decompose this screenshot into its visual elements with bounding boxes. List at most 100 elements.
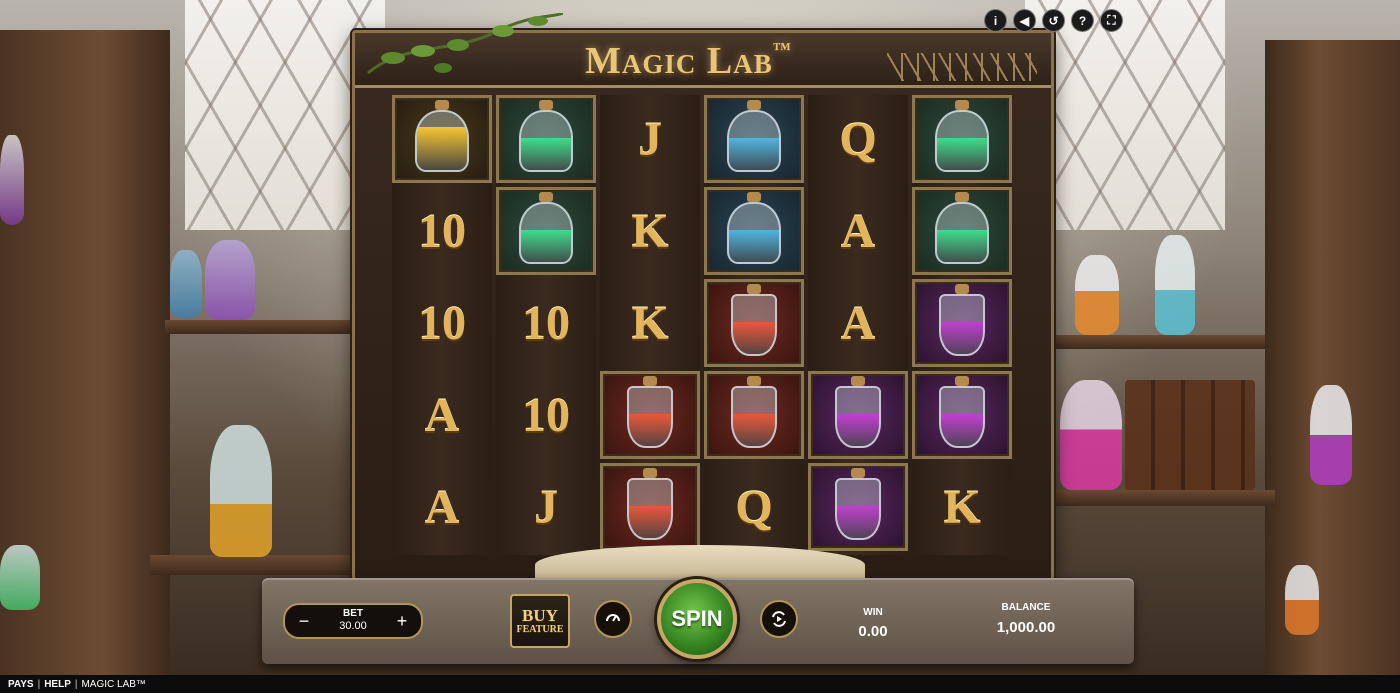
reel-cell [704,371,804,459]
potion-liquid [941,414,983,446]
potion-cork [851,376,865,386]
red-potion-icon [615,376,685,454]
red-potion-icon [615,468,685,546]
win-label: WIN [863,607,883,618]
reel-cell [704,279,804,367]
potion-liquid [733,322,775,354]
card-symbol: K [631,296,669,350]
potion-cork [747,284,761,294]
potion-glass [835,478,881,540]
reel-cell: 10 [496,371,596,459]
help-button[interactable]: ? [1071,9,1094,32]
purple-potion-icon [823,376,893,454]
reel-5: QAA [808,95,908,555]
reel-cell [704,187,804,275]
potion-liquid [937,230,987,262]
potion-cork [851,468,865,478]
card-symbol: Q [839,112,877,166]
potion-cork [747,100,761,110]
reel-cell: A [808,187,908,275]
potion-liquid [729,138,779,170]
potion-glass [935,202,989,264]
potion-glass [727,110,781,172]
balance-value: 1,000.00 [996,619,1056,636]
potion-cork [747,192,761,202]
bet-increase-button[interactable]: + [387,605,417,637]
potion-liquid [629,414,671,446]
autoplay-button[interactable] [760,600,798,638]
fullscreen-icon: ⛶ [1107,13,1116,27]
potion-glass [415,110,469,172]
reel-cell: J [600,95,700,183]
cabinet-right [1265,40,1400,675]
reel-cell [600,463,700,551]
red-potion-icon [719,376,789,454]
reel-cell: Q [704,463,804,551]
sound-icon: ◀ [1019,13,1030,28]
potion-cork [539,100,553,110]
pays-link[interactable]: PAYS [8,679,34,690]
turbo-button[interactable] [594,600,632,638]
reel-cell: A [808,279,908,367]
help-link[interactable]: HELP [44,679,71,690]
reel-cell [704,95,804,183]
game-logo: Magic Lab™ [585,39,792,83]
green-potion-icon [511,100,581,178]
sound-button[interactable]: ◀ [1013,9,1036,32]
card-symbol: J [638,112,662,166]
green-potion-icon [927,192,997,270]
footer-separator: | [74,678,78,690]
footer-bar: PAYS | HELP | MAGIC LAB™ [0,675,1400,693]
shelf-left-2 [150,555,370,575]
reel-cell [912,95,1012,183]
reel-cell: 10 [496,279,596,367]
potion-glass [731,386,777,448]
card-symbol: 10 [522,388,570,442]
buy-feature-line1: BUY [522,605,558,625]
card-symbol: K [943,480,981,534]
potion-glass [835,386,881,448]
yellow-potion-icon [407,100,477,178]
potion-cork [643,468,657,478]
decor-bottle [205,240,255,320]
decor-books [1125,380,1255,490]
shelf-right-2 [1025,490,1275,506]
green-potion-icon [511,192,581,270]
reel-cell: A [392,371,492,459]
buy-feature-button[interactable]: BUY FEATURE [510,594,570,648]
potion-cork [643,376,657,386]
slot-machine: Magic Lab™ 10 10 A A 10 10 J J K K Q Q A A K [352,13,1054,581]
potion-glass [627,478,673,540]
fullscreen-button[interactable]: ⛶ [1100,9,1123,32]
potion-liquid [733,414,775,446]
info-icon: i [993,13,998,28]
potion-cork [955,192,969,202]
potion-cork [955,376,969,386]
trademark: ™ [772,39,792,59]
blue-potion-icon [719,192,789,270]
potion-liquid [837,506,879,538]
decor-bottle [1155,235,1195,335]
info-button[interactable]: i [984,9,1007,32]
card-symbol: K [631,204,669,258]
buy-feature-line2: FEATURE [516,623,564,635]
reel-cell: 10 [392,187,492,275]
autoplay-icon [772,611,786,627]
reel-cell [912,187,1012,275]
history-button[interactable]: ↺ [1042,9,1065,32]
footer-separator: | [37,678,41,690]
spin-label: SPIN [671,606,723,631]
balance-label: BALANCE [1001,602,1051,613]
potion-glass [727,202,781,264]
green-potion-icon [927,100,997,178]
decor-bottle [170,250,202,318]
card-symbol: 10 [418,204,466,258]
potion-cork [539,192,553,202]
reel-cell: K [600,187,700,275]
shelf-right-1 [1025,335,1265,349]
win-value: 0.00 [858,623,888,640]
spin-button[interactable]: SPIN [657,579,737,659]
decor-bottle [1075,255,1119,335]
reel-4: Q [704,95,804,555]
reel-1: 10 10 A A [392,95,492,555]
